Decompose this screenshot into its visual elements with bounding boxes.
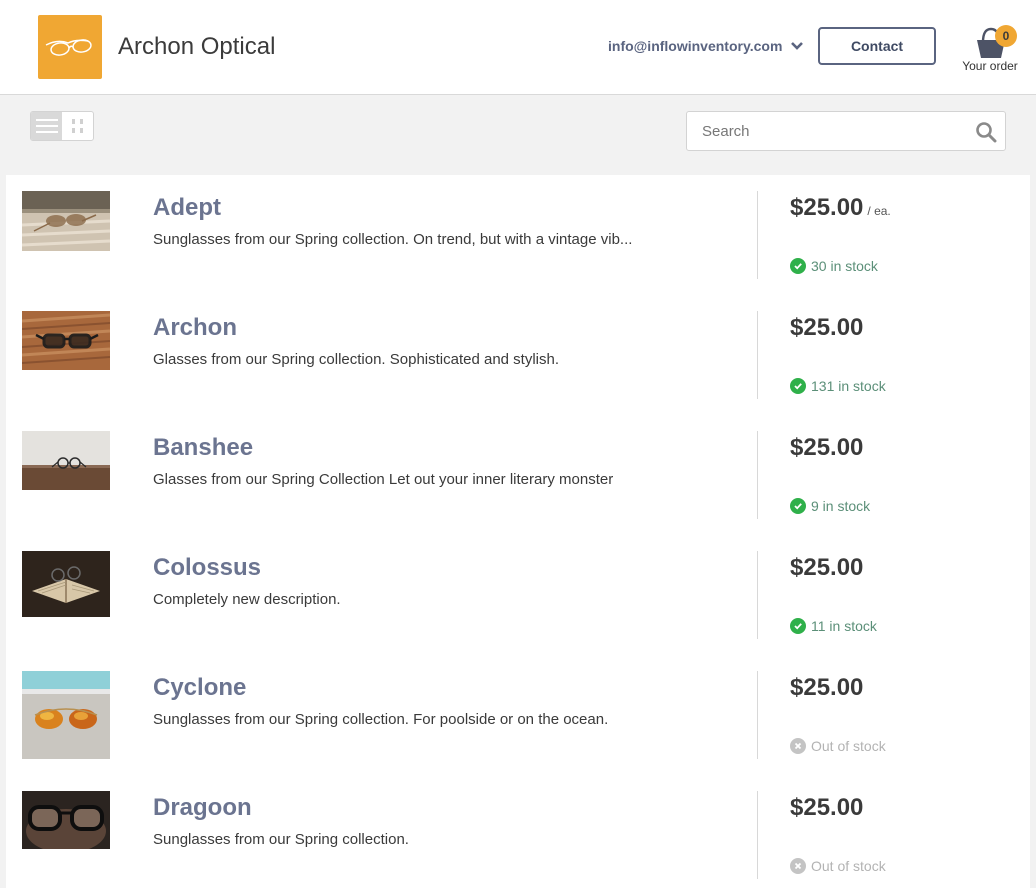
stock-label: 9 in stock	[811, 498, 871, 514]
product-name[interactable]: Archon	[153, 314, 237, 342]
product-description: Sunglasses from our Spring collection. F…	[153, 711, 609, 728]
product-description: Glasses from our Spring Collection Let o…	[153, 471, 614, 488]
product-row[interactable]: Colossus Completely new description. $25…	[6, 535, 1030, 655]
cart-count-badge: 0	[995, 25, 1017, 47]
chevron-down-icon	[791, 42, 804, 50]
header: Archon Optical info@inflowinventory.com …	[0, 0, 1036, 95]
product-row[interactable]: Archon Glasses from our Spring collectio…	[6, 295, 1030, 415]
stock-label: 11 in stock	[811, 618, 877, 634]
product-price: $25.00	[790, 794, 863, 822]
list-view-button[interactable]	[31, 112, 62, 140]
product-description: Glasses from our Spring collection. Soph…	[153, 351, 560, 368]
stock-status: 9 in stock	[790, 498, 870, 514]
divider	[757, 431, 758, 519]
stock-label: Out of stock	[811, 738, 886, 754]
product-price: $25.00/ ea.	[790, 194, 891, 222]
search-icon[interactable]	[975, 121, 997, 143]
product-name[interactable]: Banshee	[153, 434, 253, 462]
product-image[interactable]	[22, 191, 110, 251]
view-toggle	[30, 111, 94, 141]
brand-logo[interactable]	[38, 15, 102, 79]
product-name[interactable]: Dragoon	[153, 794, 252, 822]
cart-label: Your order	[962, 59, 1018, 73]
product-description: Sunglasses from our Spring collection. O…	[153, 231, 633, 248]
account-email: info@inflowinventory.com	[608, 38, 783, 54]
divider	[757, 311, 758, 399]
divider	[757, 551, 758, 639]
search-input[interactable]	[687, 112, 967, 150]
product-image[interactable]	[22, 671, 110, 759]
stock-status: Out of stock	[790, 858, 886, 874]
product-image[interactable]	[22, 791, 110, 849]
stock-status: 30 in stock	[790, 258, 878, 274]
price-value: $25.00	[790, 554, 864, 581]
product-image[interactable]	[22, 311, 110, 370]
product-image[interactable]	[22, 431, 110, 490]
stock-label: Out of stock	[811, 858, 886, 874]
price-value: $25.00	[790, 434, 864, 461]
price-unit: / ea.	[867, 204, 891, 218]
check-circle-icon	[790, 498, 806, 514]
product-price: $25.00	[790, 314, 863, 342]
product-list: Adept Sunglasses from our Spring collect…	[6, 175, 1030, 888]
product-name[interactable]: Colossus	[153, 554, 261, 582]
grid-view-icon	[71, 119, 83, 133]
stock-label: 131 in stock	[811, 378, 886, 394]
divider	[757, 791, 758, 879]
product-description: Completely new description.	[153, 591, 341, 608]
price-value: $25.00	[790, 674, 864, 701]
check-circle-icon	[790, 618, 806, 634]
product-row[interactable]: Dragoon Sunglasses from our Spring colle…	[6, 775, 1030, 888]
product-row[interactable]: Banshee Glasses from our Spring Collecti…	[6, 415, 1030, 535]
product-image[interactable]	[22, 551, 110, 617]
check-circle-icon	[790, 378, 806, 394]
price-value: $25.00	[790, 314, 864, 341]
check-circle-icon	[790, 258, 806, 274]
account-menu[interactable]: info@inflowinventory.com	[608, 38, 804, 54]
grid-view-button[interactable]	[62, 112, 93, 140]
product-name[interactable]: Cyclone	[153, 674, 246, 702]
product-price: $25.00	[790, 554, 863, 582]
price-value: $25.00	[790, 194, 864, 221]
divider	[757, 671, 758, 759]
stock-status: 11 in stock	[790, 618, 877, 634]
stock-status: Out of stock	[790, 738, 886, 754]
product-price: $25.00	[790, 434, 863, 462]
cart-button[interactable]: 0 Your order	[958, 22, 1022, 78]
x-circle-icon	[790, 858, 806, 874]
stock-status: 131 in stock	[790, 378, 886, 394]
product-row[interactable]: Cyclone Sunglasses from our Spring colle…	[6, 655, 1030, 775]
product-row[interactable]: Adept Sunglasses from our Spring collect…	[6, 175, 1030, 295]
search-box	[686, 111, 1006, 151]
stock-label: 30 in stock	[811, 258, 878, 274]
product-name[interactable]: Adept	[153, 194, 221, 222]
price-value: $25.00	[790, 794, 864, 821]
product-description: Sunglasses from our Spring collection.	[153, 831, 409, 848]
list-view-icon	[35, 119, 58, 133]
x-circle-icon	[790, 738, 806, 754]
product-price: $25.00	[790, 674, 863, 702]
divider	[757, 191, 758, 279]
brand-name: Archon Optical	[118, 33, 276, 60]
contact-button[interactable]: Contact	[818, 27, 936, 65]
